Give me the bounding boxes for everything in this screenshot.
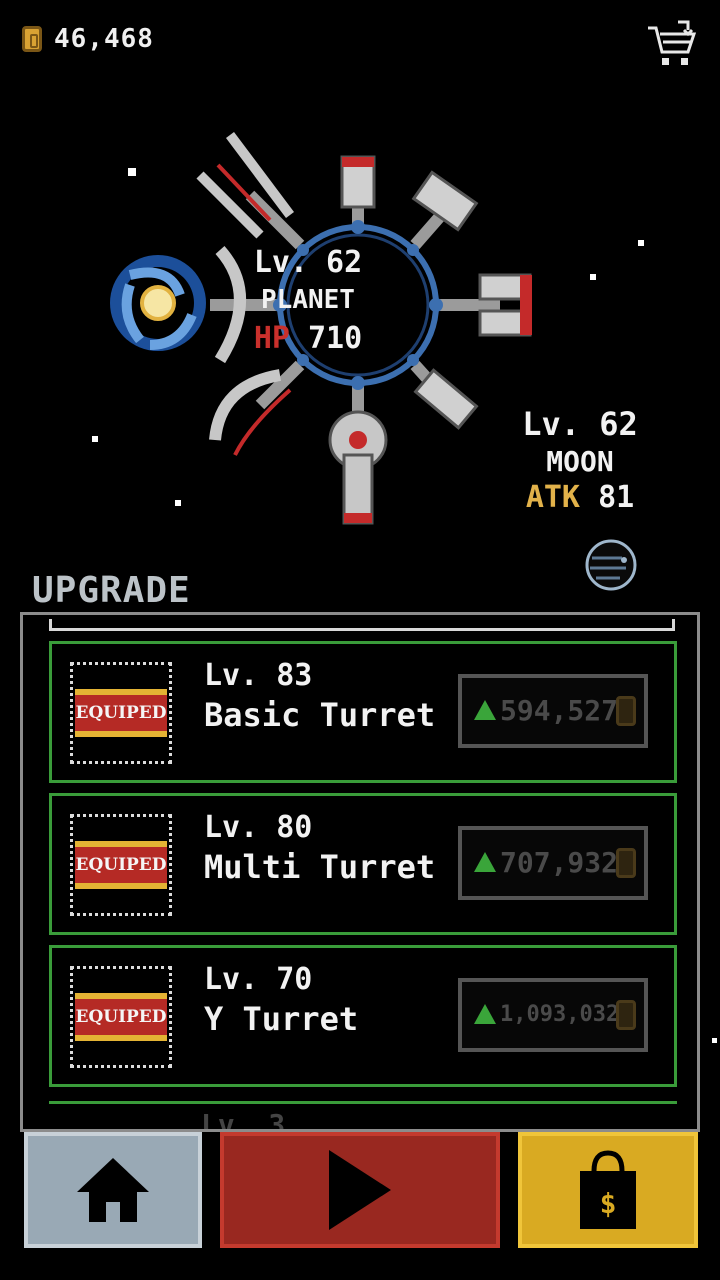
- coin-count: 46,468: [54, 24, 154, 54]
- upgrade-panel[interactable]: EQUIPED Lv. 83 Basic Turret 594,527 EQUI…: [20, 612, 700, 1132]
- play-button[interactable]: [220, 1132, 500, 1248]
- coin-icon: [22, 26, 42, 56]
- home-button[interactable]: [24, 1132, 202, 1248]
- coin-icon: [616, 696, 636, 726]
- upgrade-title: UPGRADE: [32, 570, 191, 611]
- turret-thumbnail: EQUIPED: [70, 662, 172, 764]
- hp-label: HP: [253, 321, 290, 356]
- hp-value: 710: [308, 321, 363, 356]
- price-amount: 594,527: [500, 694, 619, 727]
- moon-icon[interactable]: [584, 538, 638, 592]
- upgrade-arrow-icon: [474, 700, 496, 720]
- upgrade-item-partial[interactable]: Lv. 3: [49, 1101, 677, 1132]
- upgrade-arrow-icon: [474, 1004, 496, 1024]
- shop-button[interactable]: $: [518, 1132, 698, 1248]
- planet-name: PLANET: [261, 285, 355, 315]
- upgrade-price-button[interactable]: 1,093,032: [458, 978, 648, 1052]
- upgrade-price-button[interactable]: 707,932: [458, 826, 648, 900]
- item-level: Lv. 83: [204, 658, 313, 693]
- cart-icon[interactable]: [646, 18, 698, 70]
- upgrade-item-basic-turret[interactable]: EQUIPED Lv. 83 Basic Turret 594,527: [49, 641, 677, 783]
- moon-name: MOON: [546, 445, 614, 478]
- star: [712, 1038, 717, 1043]
- star: [638, 240, 644, 246]
- item-level: Lv. 70: [204, 962, 313, 997]
- planet[interactable]: Lv. 62 PLANET HP 710: [100, 125, 550, 535]
- upgrade-price-button[interactable]: 594,527: [458, 674, 648, 748]
- price-amount: 1,093,032: [500, 1002, 620, 1027]
- svg-text:$: $: [600, 1187, 617, 1220]
- star: [590, 274, 596, 280]
- home-icon: [77, 1158, 149, 1222]
- turret-thumbnail: EQUIPED: [70, 966, 172, 1068]
- equipped-badge: EQUIPED: [75, 841, 167, 889]
- upgrade-item-multi-turret[interactable]: EQUIPED Lv. 80 Multi Turret 707,932: [49, 793, 677, 935]
- planet-hp: HP 710: [148, 321, 468, 356]
- atk-value: 81: [598, 480, 635, 515]
- item-level: Lv. 80: [204, 810, 313, 845]
- turret-thumbnail: EQUIPED: [70, 814, 172, 916]
- upgrade-arrow-icon: [474, 852, 496, 872]
- item-name: Y Turret: [204, 1000, 359, 1038]
- upgrade-item-y-turret[interactable]: EQUIPED Lv. 70 Y Turret 1,093,032: [49, 945, 677, 1087]
- coin-icon: [616, 848, 636, 878]
- price-amount: 707,932: [500, 846, 619, 879]
- moon-atk: ATK 81: [500, 480, 660, 515]
- equipped-badge: EQUIPED: [75, 993, 167, 1041]
- item-name: Multi Turret: [204, 848, 436, 886]
- star: [92, 436, 98, 442]
- equipped-badge: EQUIPED: [75, 689, 167, 737]
- item-level: Lv. 3: [201, 1108, 286, 1132]
- panel-scroll-edge: [49, 619, 675, 631]
- coin-icon: [616, 1000, 636, 1030]
- atk-label: ATK: [525, 480, 580, 515]
- item-name: Basic Turret: [204, 696, 436, 734]
- play-icon: [329, 1150, 391, 1230]
- moon-level: Lv. 62: [522, 405, 638, 443]
- planet-level: Lv. 62: [253, 245, 363, 280]
- shop-bag-icon: $: [580, 1150, 636, 1229]
